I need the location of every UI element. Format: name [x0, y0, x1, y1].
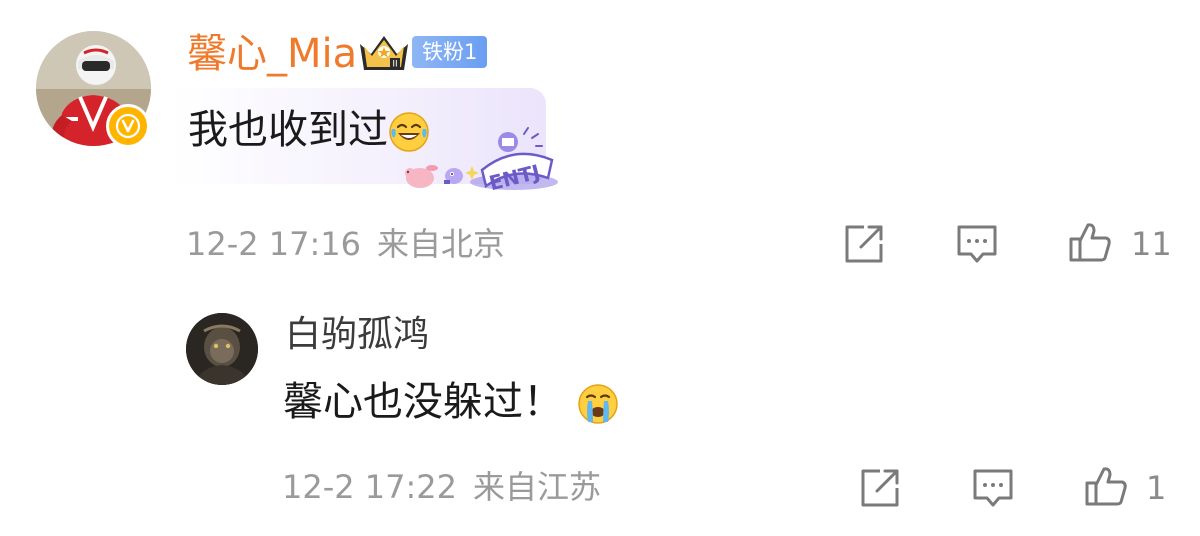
share-icon[interactable]: [842, 222, 886, 266]
avatar-image: [186, 313, 258, 385]
verified-v-icon: [106, 104, 150, 148]
reply-comment-body: 馨心也没躲过！: [283, 379, 563, 425]
reply-commenter-username[interactable]: 白驹孤鸿: [285, 312, 429, 358]
crown-icon: II: [360, 36, 408, 70]
main-comment-text: 我也收到过: [188, 104, 430, 156]
main-comment-body: 我也收到过: [188, 107, 388, 153]
reply-comment-timestamp: 12-2 17:22: [282, 468, 458, 506]
reply-commenter-avatar[interactable]: [186, 313, 258, 385]
thumbs-up-icon[interactable]: [1068, 220, 1112, 264]
main-comment-location: 来自北京: [377, 225, 506, 263]
reply-comment-meta: 12-2 17:22 来自江苏: [282, 466, 601, 508]
main-commenter-username[interactable]: 馨心_Mia: [187, 30, 357, 78]
main-comment-like-count: 11: [1131, 225, 1172, 263]
comment-icon[interactable]: [971, 466, 1015, 510]
reply-comment-like-count: 1: [1146, 469, 1167, 507]
comment-icon[interactable]: [955, 222, 999, 266]
thumbs-up-icon[interactable]: [1084, 464, 1128, 508]
main-comment-timestamp: 12-2 17:16: [186, 225, 362, 263]
crying-emoji: [577, 384, 618, 424]
reply-comment-text: 馨心也没躲过！: [283, 376, 620, 428]
entj-bubble-decoration: ENTJ: [405, 127, 558, 195]
main-comment-meta: 12-2 17:16 来自北京: [186, 223, 505, 265]
svg-text:II: II: [392, 60, 397, 70]
fan-level-badge: 铁粉1: [412, 36, 488, 68]
reply-comment-location: 来自江苏: [473, 468, 602, 506]
share-icon[interactable]: [858, 466, 902, 510]
